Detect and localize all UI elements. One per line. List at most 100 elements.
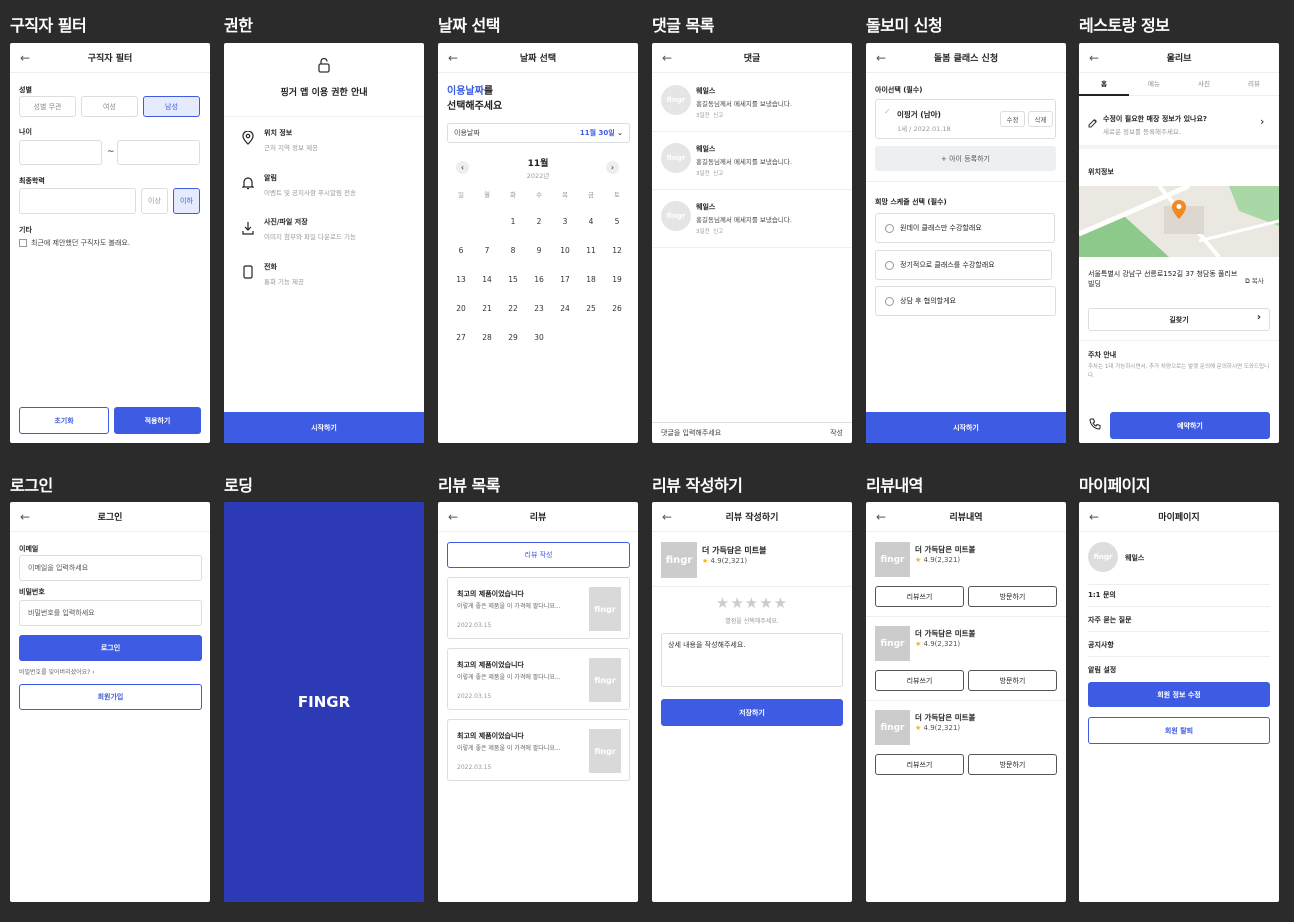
write-review-button[interactable]: 리뷰쓰기 xyxy=(875,754,964,775)
calendar-day[interactable]: 5 xyxy=(604,217,630,226)
star-icon[interactable]: ★ xyxy=(745,594,759,612)
tab-home[interactable]: 홈 xyxy=(1079,78,1129,96)
back-arrow-icon[interactable]: ← xyxy=(1089,510,1099,524)
back-arrow-icon[interactable]: ← xyxy=(1089,51,1099,65)
comment-input[interactable]: 댓글을 입력해주세요 xyxy=(661,428,721,438)
back-arrow-icon[interactable]: ← xyxy=(876,510,886,524)
calendar-day[interactable]: 15 xyxy=(500,275,526,284)
report-link[interactable]: 신고 xyxy=(713,171,723,177)
calendar-day[interactable]: 23 xyxy=(526,304,552,313)
write-review-button[interactable]: 리뷰쓰기 xyxy=(875,586,964,607)
calendar-day[interactable]: 11 xyxy=(578,246,604,255)
write-review-button[interactable]: 리뷰 작성 xyxy=(447,542,630,568)
report-link[interactable]: 신고 xyxy=(713,229,723,235)
calendar-day[interactable]: 18 xyxy=(578,275,604,284)
apply-button[interactable]: 적용하기 xyxy=(114,407,201,434)
back-arrow-icon[interactable]: ← xyxy=(662,51,672,65)
recent-checkbox-row[interactable]: 최근에 제안했던 구직자도 볼래요. xyxy=(19,238,130,248)
star-icon[interactable]: ★ xyxy=(759,594,773,612)
calendar-day[interactable]: 30 xyxy=(526,333,552,342)
star-icon[interactable]: ★ xyxy=(730,594,744,612)
calendar-day[interactable]: 6 xyxy=(448,246,474,255)
calendar-day[interactable]: 17 xyxy=(552,275,578,284)
edu-below-button[interactable]: 이하 xyxy=(173,188,200,214)
star-icon[interactable]: ★ xyxy=(716,594,730,612)
copy-button[interactable]: ⧉ 복사 xyxy=(1245,275,1264,286)
schedule-option-regular[interactable]: 정기적으로 클래스를 수강할래요 xyxy=(875,250,1052,280)
reserve-button[interactable]: 예약하기 xyxy=(1110,412,1270,439)
gender-female-button[interactable]: 여성 xyxy=(81,96,138,117)
checkbox-icon[interactable] xyxy=(19,239,27,247)
calendar-day[interactable]: 13 xyxy=(448,275,474,284)
menu-faq[interactable]: 자주 묻는 질문 xyxy=(1088,615,1132,625)
login-button[interactable]: 로그인 xyxy=(19,635,202,661)
back-arrow-icon[interactable]: ← xyxy=(20,510,30,524)
visit-button[interactable]: 방문하기 xyxy=(968,586,1057,607)
calendar-day[interactable]: 3 xyxy=(552,217,578,226)
gender-male-button[interactable]: 남성 xyxy=(143,96,200,117)
age-min-input[interactable] xyxy=(19,140,102,165)
calendar-day[interactable]: 28 xyxy=(474,333,500,342)
directions-button[interactable]: 길찾기 › xyxy=(1088,308,1270,331)
calendar-day[interactable]: 26 xyxy=(604,304,630,313)
edit-info-banner[interactable]: 수정이 필요한 매장 정보가 있나요? 새로운 정보를 등록해주세요. › xyxy=(1079,101,1279,149)
radio-icon[interactable] xyxy=(885,223,894,233)
phone-icon[interactable] xyxy=(1089,418,1101,432)
radio-icon[interactable] xyxy=(885,296,894,306)
signup-button[interactable]: 회원가입 xyxy=(19,684,202,710)
back-arrow-icon[interactable]: ← xyxy=(448,51,458,65)
reset-button[interactable]: 초기화 xyxy=(19,407,109,434)
calendar-day[interactable]: 4 xyxy=(578,217,604,226)
add-child-button[interactable]: + 아이 등록하기 xyxy=(875,146,1056,171)
calendar-day[interactable]: 29 xyxy=(500,333,526,342)
calendar-day[interactable]: 16 xyxy=(526,275,552,284)
calendar-day[interactable]: 22 xyxy=(500,304,526,313)
calendar-day[interactable]: 2 xyxy=(526,217,552,226)
tab-review[interactable]: 리뷰 xyxy=(1229,78,1279,96)
menu-notice[interactable]: 공지사항 xyxy=(1088,640,1114,650)
calendar-day[interactable]: 8 xyxy=(500,246,526,255)
calendar-day[interactable]: 25 xyxy=(578,304,604,313)
child-card[interactable]: ✓ 이핑거 (남아) 1세 / 2022.01.18 수정 삭제 xyxy=(875,99,1056,139)
calendar-day[interactable]: 20 xyxy=(448,304,474,313)
forgot-password-link[interactable]: 비밀번호를 잊어버리셨어요? › xyxy=(19,667,95,676)
review-card[interactable]: 최고의 제품이었습니다 이렇게 좋은 제품을 이 가격에 팔다니요... 2022.… xyxy=(447,648,630,710)
age-max-input[interactable] xyxy=(117,140,200,165)
calendar-day[interactable]: 19 xyxy=(604,275,630,284)
calendar-day[interactable]: 14 xyxy=(474,275,500,284)
calendar-day[interactable]: 24 xyxy=(552,304,578,313)
star-rating-input[interactable]: ★★★★★ xyxy=(652,594,852,612)
map-view[interactable] xyxy=(1079,186,1279,257)
calendar-day[interactable]: 27 xyxy=(448,333,474,342)
schedule-option-consult[interactable]: 상담 후 협의할게요 xyxy=(875,286,1056,316)
visit-button[interactable]: 방문하기 xyxy=(968,754,1057,775)
start-button[interactable]: 시작하기 xyxy=(866,412,1066,443)
back-arrow-icon[interactable]: ← xyxy=(876,51,886,65)
report-link[interactable]: 신고 xyxy=(713,113,723,119)
schedule-option-oneday[interactable]: 원데이 클래스만 수강할래요 xyxy=(875,213,1055,243)
review-textarea[interactable]: 상세 내용을 작성해주세요. xyxy=(661,633,843,687)
back-arrow-icon[interactable]: ← xyxy=(20,51,30,65)
date-select-row[interactable]: 이용날짜 11월 30일 ⌄ xyxy=(447,123,630,143)
delete-child-button[interactable]: 삭제 xyxy=(1028,111,1053,127)
education-input[interactable] xyxy=(19,188,136,214)
calendar-day[interactable]: 10 xyxy=(552,246,578,255)
gender-any-button[interactable]: 성별 무관 xyxy=(19,96,76,117)
menu-inquiry[interactable]: 1:1 문의 xyxy=(1088,590,1116,600)
write-review-button[interactable]: 리뷰쓰기 xyxy=(875,670,964,691)
calendar-day[interactable]: 21 xyxy=(474,304,500,313)
menu-notification-settings[interactable]: 알림 설정 xyxy=(1088,665,1116,675)
withdraw-button[interactable]: 회원 탈퇴 xyxy=(1088,717,1270,744)
tab-menu[interactable]: 메뉴 xyxy=(1129,78,1179,96)
start-button[interactable]: 시작하기 xyxy=(224,412,424,443)
calendar-day[interactable]: 7 xyxy=(474,246,500,255)
calendar-day[interactable]: 9 xyxy=(526,246,552,255)
review-card[interactable]: 최고의 제품이었습니다 이렇게 좋은 제품을 이 가격에 팔다니요... 2022.… xyxy=(447,719,630,781)
radio-icon[interactable] xyxy=(885,260,894,270)
calendar-day[interactable]: 12 xyxy=(604,246,630,255)
tab-photo[interactable]: 사진 xyxy=(1179,78,1229,96)
edu-above-button[interactable]: 이상 xyxy=(141,188,168,214)
visit-button[interactable]: 방문하기 xyxy=(968,670,1057,691)
back-arrow-icon[interactable]: ← xyxy=(662,510,672,524)
review-card[interactable]: 최고의 제품이었습니다 이렇게 좋은 제품을 이 가격에 팔다니요... 2022.… xyxy=(447,577,630,639)
